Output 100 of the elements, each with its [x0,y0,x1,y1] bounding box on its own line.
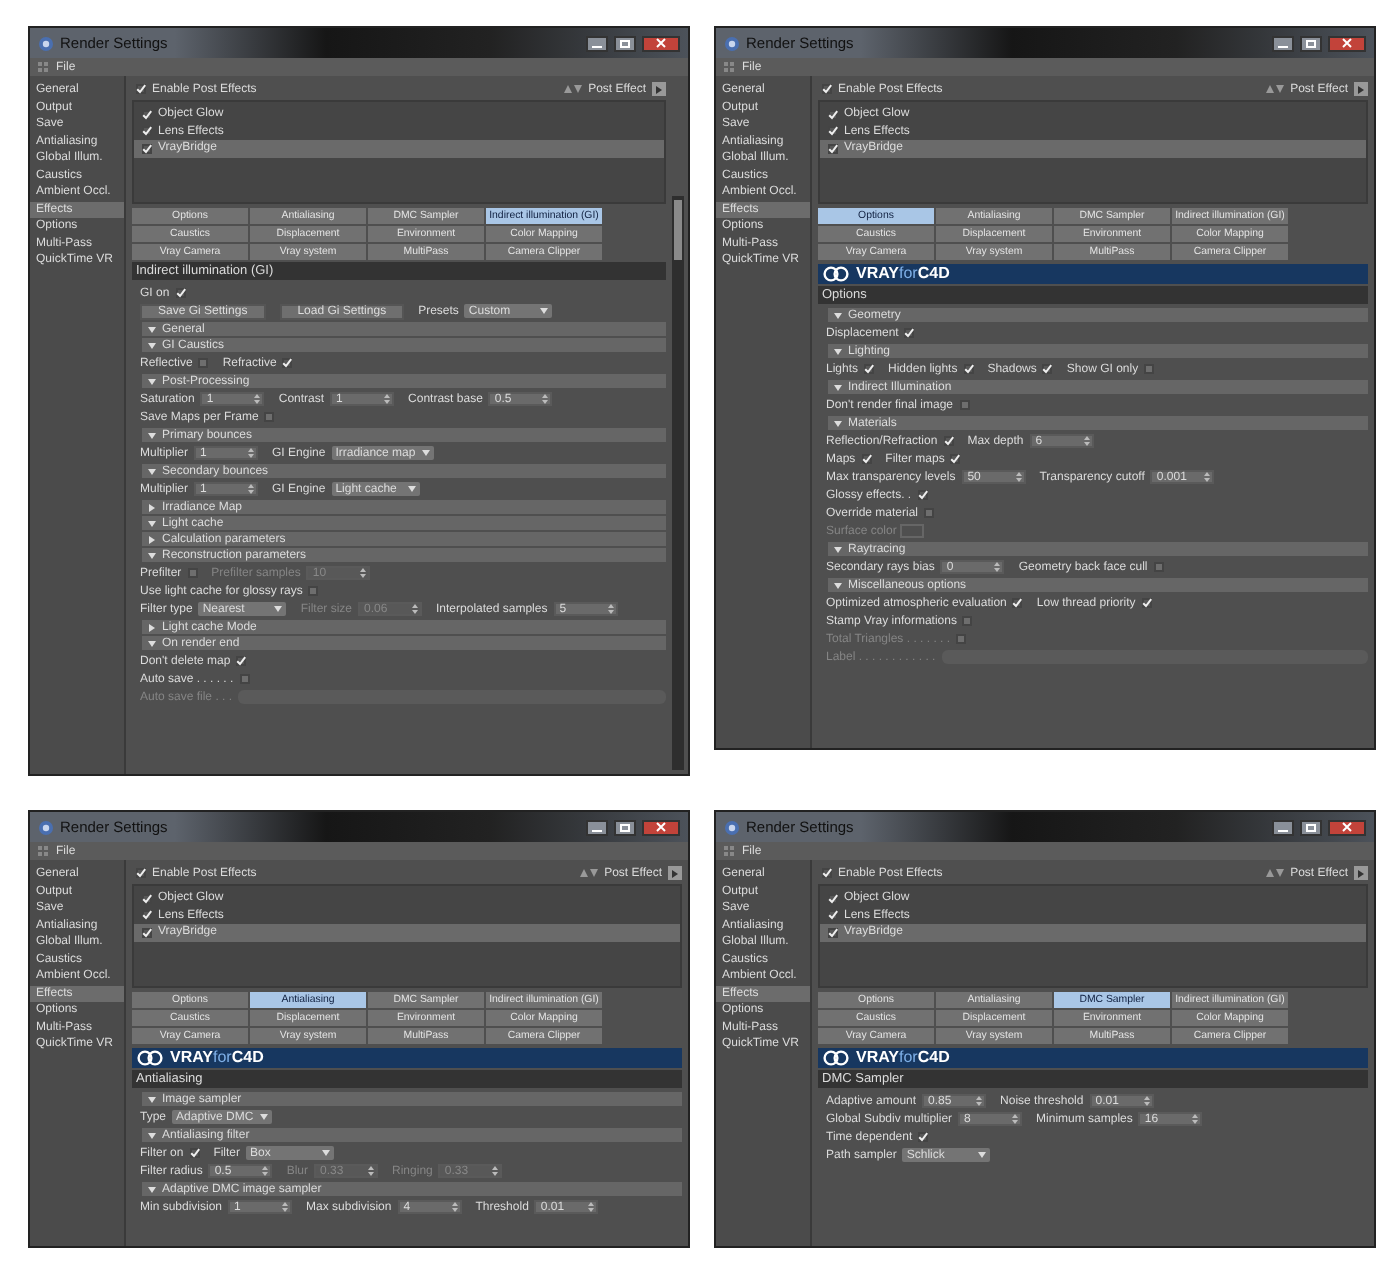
caret-icon [322,1150,331,1156]
close-button[interactable] [642,35,680,51]
logo-icon [136,1050,164,1066]
caret-icon [259,1114,268,1120]
triangle-icon [1358,869,1364,877]
checkbox[interactable] [264,412,275,422]
maximize-button[interactable] [1300,35,1322,51]
checkbox[interactable] [239,674,250,684]
maximize-button[interactable] [1300,819,1322,835]
checkbox[interactable] [1042,364,1053,374]
checkbox[interactable] [828,109,838,120]
minimize-button[interactable] [1272,35,1294,51]
checkbox[interactable] [142,126,152,137]
checkmark-icon [822,868,832,878]
checkbox[interactable] [1144,364,1155,374]
checkmark-icon [136,84,146,94]
spinner-arrows-icon [1083,436,1090,446]
checkbox[interactable] [828,126,838,137]
checkbox[interactable] [136,84,146,94]
up-down-arrows-icon[interactable] [580,868,599,878]
checkbox[interactable] [142,927,152,938]
add-effect-button[interactable] [1354,866,1368,880]
checkbox[interactable] [1141,598,1152,608]
checkbox[interactable] [828,143,838,154]
add-effect-button[interactable] [1354,82,1368,96]
logo-text: VRAYforC4D [856,266,950,282]
checkmark-icon [864,364,875,374]
close-button[interactable] [1328,819,1366,835]
logo-icon [822,266,850,282]
checkbox[interactable] [822,868,832,878]
close-button[interactable] [1328,35,1366,51]
checkbox[interactable] [950,454,961,464]
spinner-arrows-icon [1012,1114,1019,1124]
grip-icon [724,846,736,856]
checkbox[interactable] [828,910,838,921]
logo-icon [822,1050,850,1066]
checkbox[interactable] [142,893,152,904]
checkbox[interactable] [822,84,832,94]
logo-text: VRAYforC4D [170,1050,264,1066]
up-down-arrows-icon[interactable] [1266,868,1285,878]
spinner-arrows-icon [607,604,614,614]
caret-icon [407,486,416,492]
checkbox[interactable] [918,1132,929,1142]
checkbox[interactable] [924,508,935,518]
checkbox[interactable] [1153,562,1164,572]
checkbox[interactable] [198,358,209,368]
minimize-button[interactable] [586,35,608,51]
spinner-arrows-icon [588,1202,595,1212]
add-effect-button[interactable] [668,866,682,880]
spinner-arrows-icon [492,1166,499,1176]
checkbox[interactable] [142,143,152,154]
minimize-button[interactable] [586,819,608,835]
caret-icon [978,1152,987,1158]
checkbox[interactable] [828,893,838,904]
close-icon [656,822,666,832]
checkbox[interactable] [189,1148,200,1158]
checkmark-icon [1042,364,1053,374]
checkmark-icon [136,868,146,878]
close-button[interactable] [642,819,680,835]
up-down-arrows-icon[interactable] [564,84,583,94]
spinner-arrows-icon [368,1166,375,1176]
checkbox[interactable] [864,364,875,374]
checkbox[interactable] [1012,598,1023,608]
checkbox[interactable] [142,910,152,921]
checkbox[interactable] [943,436,954,446]
scrollbar[interactable] [672,196,684,770]
checkbox[interactable] [861,454,872,464]
checkbox[interactable] [136,868,146,878]
checkbox[interactable] [917,490,928,500]
checkmark-icon [175,288,186,298]
checkbox[interactable] [963,364,974,374]
grip-icon [38,62,50,72]
spinner-arrows-icon [1143,1096,1150,1106]
spinner-arrows-icon [360,568,367,578]
checkbox[interactable] [187,568,198,578]
maximize-button[interactable] [614,819,636,835]
spinner-arrows-icon [1192,1114,1199,1124]
checkbox[interactable] [142,109,152,120]
checkbox[interactable] [175,288,186,298]
caret-icon [421,450,430,456]
checkbox[interactable] [962,616,973,626]
close-icon [656,38,666,48]
checkmark-icon [917,490,928,500]
checkbox[interactable] [959,400,970,410]
checkmark-icon [904,328,915,338]
checkmark-icon [236,656,247,666]
checkbox[interactable] [236,656,247,666]
triangle-icon [672,869,678,877]
spinner-arrows-icon [542,394,549,404]
checkbox[interactable] [308,586,319,596]
spinner-arrows-icon [994,562,1001,572]
checkbox[interactable] [282,358,293,368]
maximize-button[interactable] [614,35,636,51]
spinner-arrows-icon [248,484,255,494]
add-effect-button[interactable] [652,82,666,96]
up-down-arrows-icon[interactable] [1266,84,1285,94]
minimize-button[interactable] [1272,819,1294,835]
checkbox[interactable] [904,328,915,338]
app-icon [38,819,54,835]
checkbox[interactable] [828,927,838,938]
